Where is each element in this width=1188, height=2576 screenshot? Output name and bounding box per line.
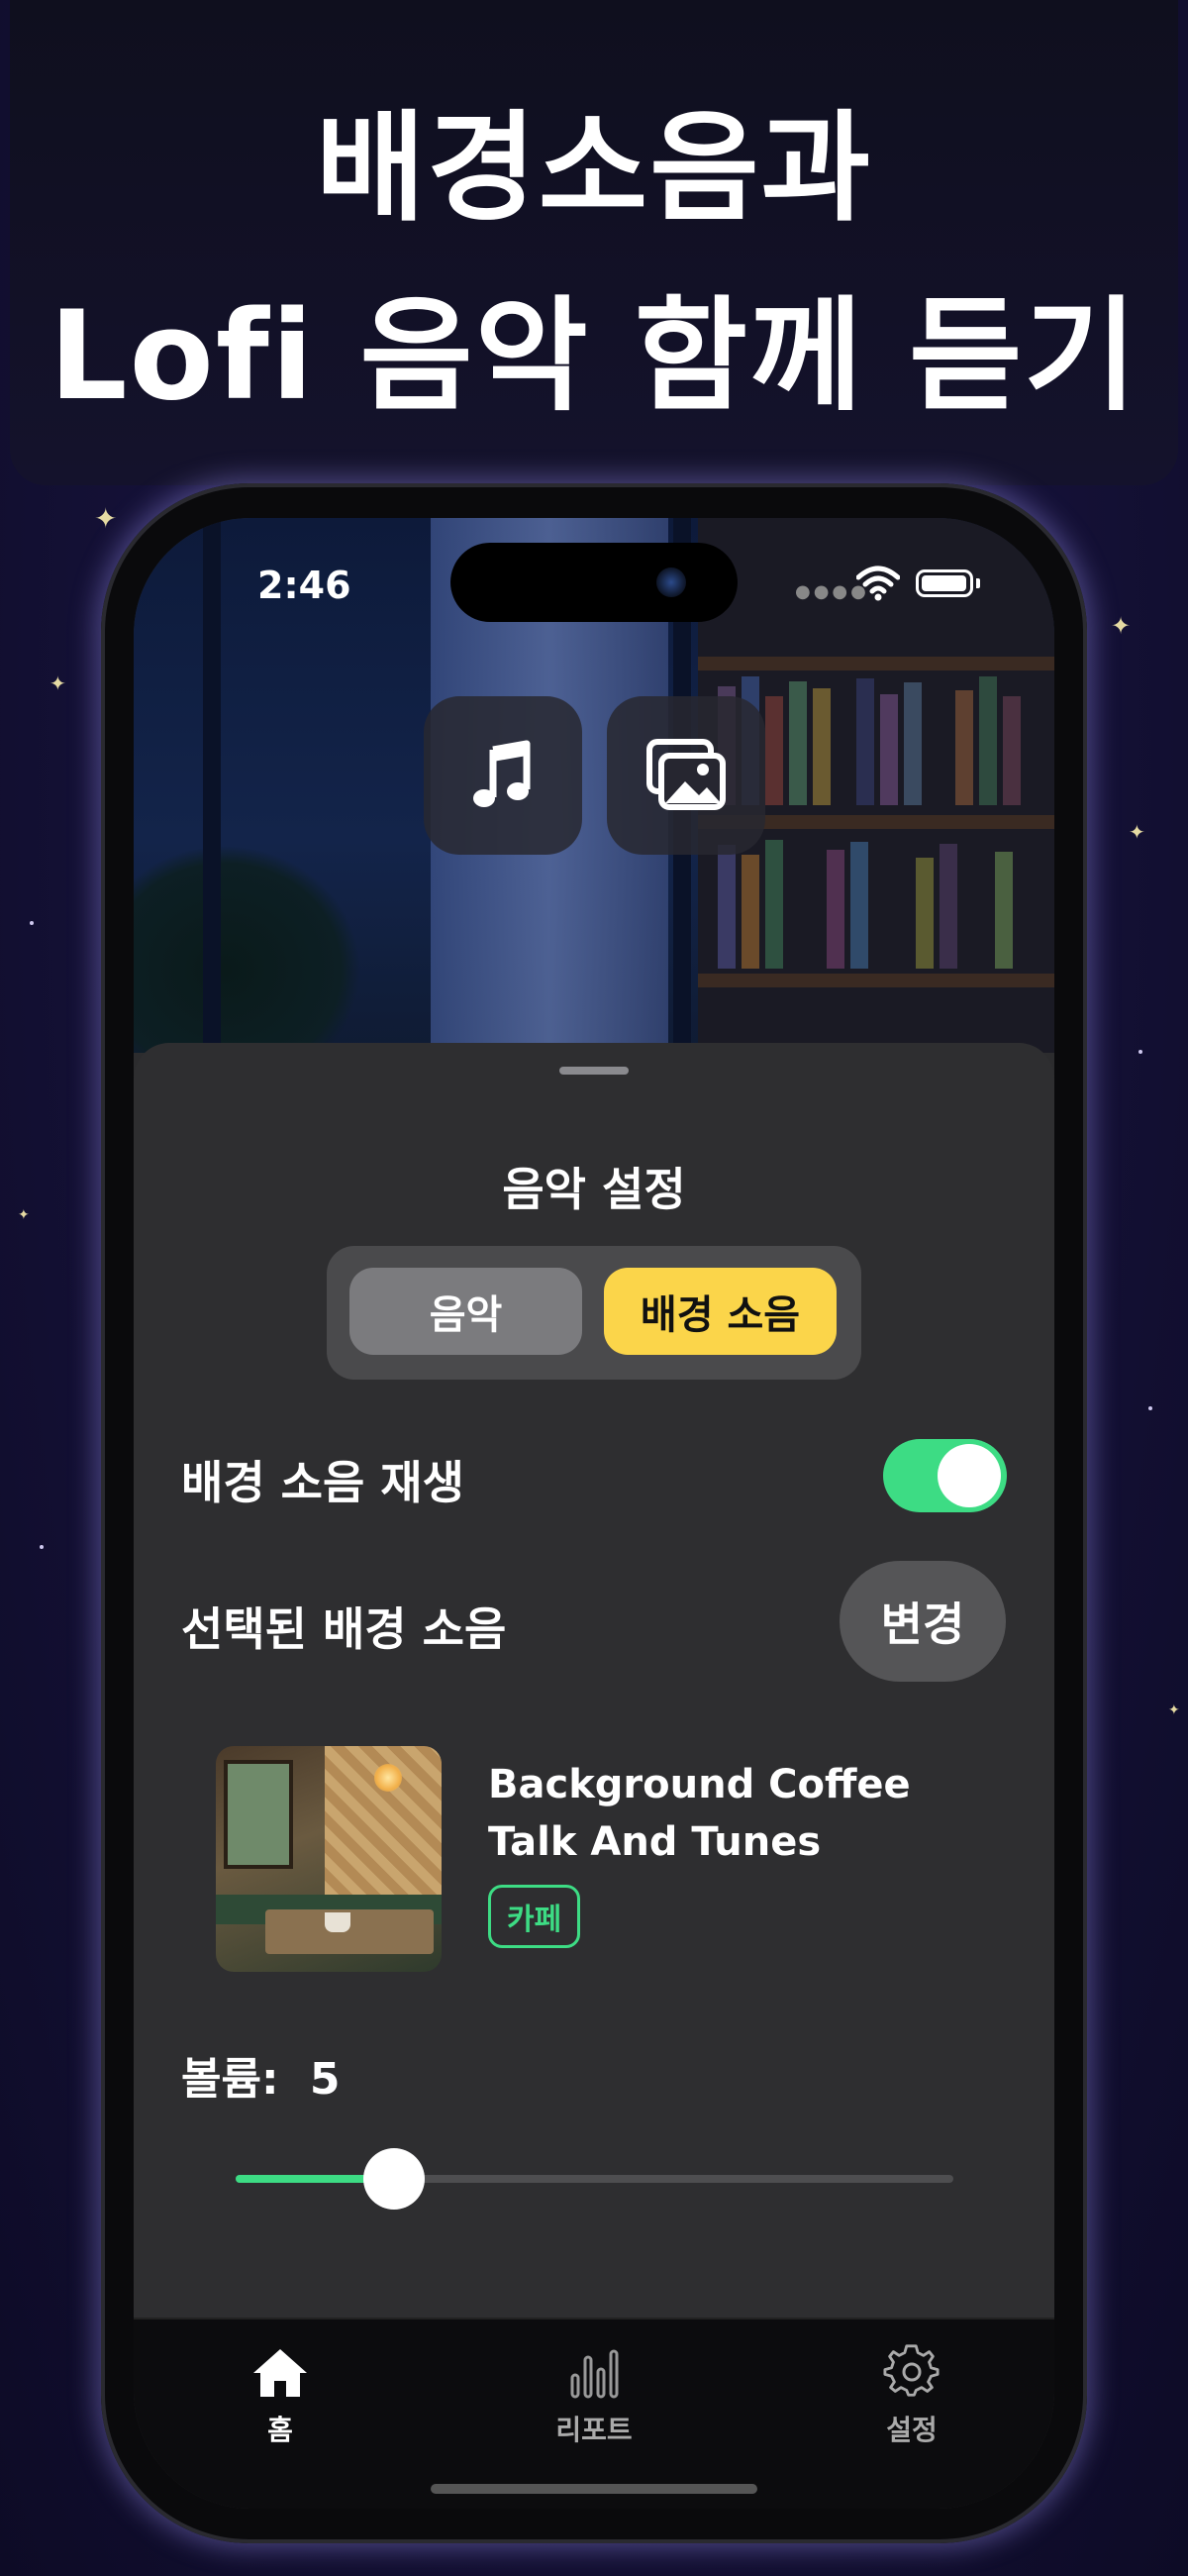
book [955, 690, 973, 805]
background-image-button[interactable] [607, 696, 765, 855]
book [718, 845, 736, 969]
book [813, 688, 831, 805]
volume-label: 볼륨: 5 [181, 2043, 341, 2107]
star-decoration: ✦ [50, 671, 66, 695]
sheet-title: 음악 설정 [502, 1163, 686, 1216]
book [904, 682, 922, 805]
home-indicator [431, 2484, 757, 2494]
front-camera [656, 567, 686, 597]
category-tag: 카페 [488, 1885, 581, 1948]
book [765, 840, 783, 969]
star-dot [40, 1545, 44, 1549]
track-title: Background Coffee Talk And Tunes [488, 1762, 911, 1865]
headline-line-2: Lofi 음악 함께 듣기 [49, 285, 1139, 428]
segmented-control: 음악 배경 소음 [327, 1246, 861, 1380]
thumb-lamp [374, 1764, 402, 1792]
shelf-board [698, 974, 1054, 987]
tab-home[interactable]: 홈 [181, 2319, 379, 2448]
music-note-icon [473, 740, 531, 807]
book [850, 842, 868, 969]
book [940, 844, 957, 969]
star-decoration: ✦ [18, 1207, 30, 1223]
star-decoration: ✦ [1168, 1702, 1180, 1718]
star-decoration: ✦ [1129, 820, 1145, 844]
sheet-grabber[interactable] [559, 1067, 629, 1075]
music-settings-sheet: 음악 설정 음악 배경 소음 배경 소음 재생 선택된 배경 소음 변경 Bac… [134, 1043, 1054, 2320]
book [742, 855, 759, 969]
book [1003, 696, 1021, 805]
wifi-icon [856, 566, 900, 601]
tab-settings[interactable]: 설정 [813, 2319, 1011, 2448]
star-dot [1138, 1050, 1142, 1054]
dynamic-island [450, 543, 738, 622]
tab-report[interactable]: 리포트 [495, 2319, 693, 2448]
phone-screen: 2:46 ●●●● 음악 설정 음악 배경 소음 배경 소음 재생 선택된 배경… [134, 518, 1054, 2509]
bar-chart-icon [570, 2349, 619, 2399]
book [789, 681, 807, 805]
star-dot [30, 921, 34, 925]
book [979, 676, 997, 805]
battery-tip [976, 578, 980, 588]
volume-slider-thumb[interactable] [362, 2148, 425, 2210]
thumb-window [224, 1760, 293, 1869]
book [856, 678, 874, 805]
gallery-icon [646, 739, 726, 810]
book-row [718, 830, 1044, 969]
book [880, 694, 898, 805]
music-button[interactable] [424, 696, 582, 855]
background-noise-play-label: 배경 소음 재생 [181, 1456, 464, 1509]
selected-noise-label: 선택된 배경 소음 [181, 1602, 507, 1656]
status-time: 2:46 [257, 564, 351, 607]
book-row [718, 667, 1044, 805]
volume-slider-track[interactable] [236, 2175, 953, 2183]
volume-value: 5 [309, 2054, 341, 2105]
thumb-cup [325, 1912, 350, 1932]
segment-background-noise[interactable]: 배경 소음 [604, 1268, 837, 1355]
star-decoration: ✦ [1111, 612, 1132, 640]
segment-music[interactable]: 음악 [349, 1268, 582, 1355]
tab-home-label: 홈 [267, 2414, 293, 2446]
book [765, 696, 783, 805]
home-icon [253, 2349, 307, 2397]
window-frame [203, 518, 221, 1053]
volume-label-text: 볼륨: [181, 2054, 279, 2105]
book [995, 852, 1013, 969]
tab-report-label: 리포트 [555, 2414, 633, 2446]
track-thumbnail [216, 1746, 442, 1972]
star-decoration: ✦ [94, 502, 118, 535]
gear-icon [883, 2344, 940, 2397]
scene-tree [134, 845, 361, 1053]
background-noise-toggle[interactable] [883, 1439, 1007, 1512]
tab-bar: 홈 리포트 설정 [134, 2318, 1054, 2509]
book [916, 858, 934, 969]
star-dot [1148, 1406, 1152, 1410]
tab-settings-label: 설정 [886, 2414, 938, 2446]
book [827, 850, 844, 969]
battery-icon [916, 569, 973, 597]
headline-line-1: 배경소음과 [316, 100, 872, 238]
change-button[interactable]: 변경 [840, 1561, 1006, 1682]
toggle-knob [938, 1444, 1001, 1507]
